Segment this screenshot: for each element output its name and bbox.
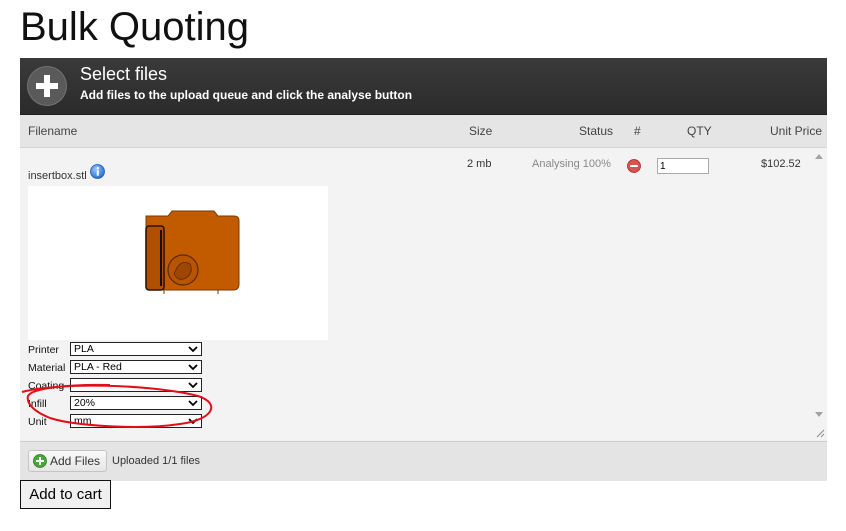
uploader-panel: Select files Add files to the upload que… — [20, 58, 827, 481]
header-title: Select files — [80, 64, 168, 84]
scroll-down-icon[interactable] — [815, 412, 823, 417]
uploader-header: Select files Add files to the upload que… — [20, 58, 827, 115]
file-name: insertbox.stl — [28, 170, 87, 182]
col-status: Status — [579, 124, 614, 138]
model-preview-image — [145, 210, 240, 294]
chevron-down-icon — [188, 382, 198, 389]
unit-select[interactable]: mm — [70, 414, 202, 428]
unit-select-value: mm — [74, 415, 92, 427]
remove-icon[interactable] — [627, 159, 641, 176]
file-list-scrollbar[interactable] — [811, 148, 827, 440]
add-files-button[interactable]: Add Files — [28, 450, 108, 472]
infill-select-value: 20% — [74, 397, 96, 409]
coating-select[interactable] — [70, 378, 202, 392]
file-size: 2 mb — [467, 158, 492, 170]
chevron-down-icon — [188, 400, 198, 407]
col-qty: QTY — [687, 124, 712, 138]
add-circle-icon — [33, 454, 47, 468]
material-select[interactable]: PLA - Red — [70, 360, 202, 374]
material-select-value: PLA - Red — [74, 361, 122, 373]
col-unit-price: Unit Price — [770, 124, 823, 138]
qty-input[interactable] — [657, 158, 709, 174]
col-filename: Filename — [28, 124, 78, 138]
upload-status: Uploaded 1/1 files — [112, 455, 201, 467]
header-subtitle: Add files to the upload queue and click … — [80, 88, 413, 102]
plus-icon[interactable] — [27, 66, 67, 106]
chevron-down-icon — [188, 364, 198, 371]
uploader-footer: Add Files Uploaded 1/1 files — [20, 441, 827, 481]
unit-label: Unit — [28, 416, 47, 428]
column-headers: Filename Size Status # QTY Unit Price — [20, 115, 827, 148]
infill-select[interactable]: 20% — [70, 396, 202, 410]
chevron-down-icon — [188, 346, 198, 353]
col-count: # — [634, 124, 641, 138]
coating-label: Coating — [28, 380, 65, 392]
file-list: insertbox.stl 2 mb Analysing 100% 1 $102… — [20, 148, 811, 440]
resize-grip-icon[interactable] — [815, 428, 825, 438]
unit-price: $102.52 — [761, 158, 801, 170]
info-icon[interactable] — [90, 164, 105, 182]
add-files-label: Add Files — [50, 454, 101, 468]
material-label: Material — [28, 362, 66, 374]
printer-select-value: PLA — [74, 343, 94, 355]
model-preview — [28, 186, 328, 340]
scroll-up-icon[interactable] — [815, 154, 823, 159]
add-to-cart-button[interactable]: Add to cart — [20, 480, 111, 509]
infill-label: Infill — [28, 398, 47, 410]
printer-select[interactable]: PLA — [70, 342, 202, 356]
chevron-down-icon — [188, 418, 198, 425]
printer-label: Printer — [28, 344, 59, 356]
col-size: Size — [469, 124, 493, 138]
file-status: Analysing 100% — [532, 158, 611, 170]
page-title: Bulk Quoting — [20, 5, 250, 49]
